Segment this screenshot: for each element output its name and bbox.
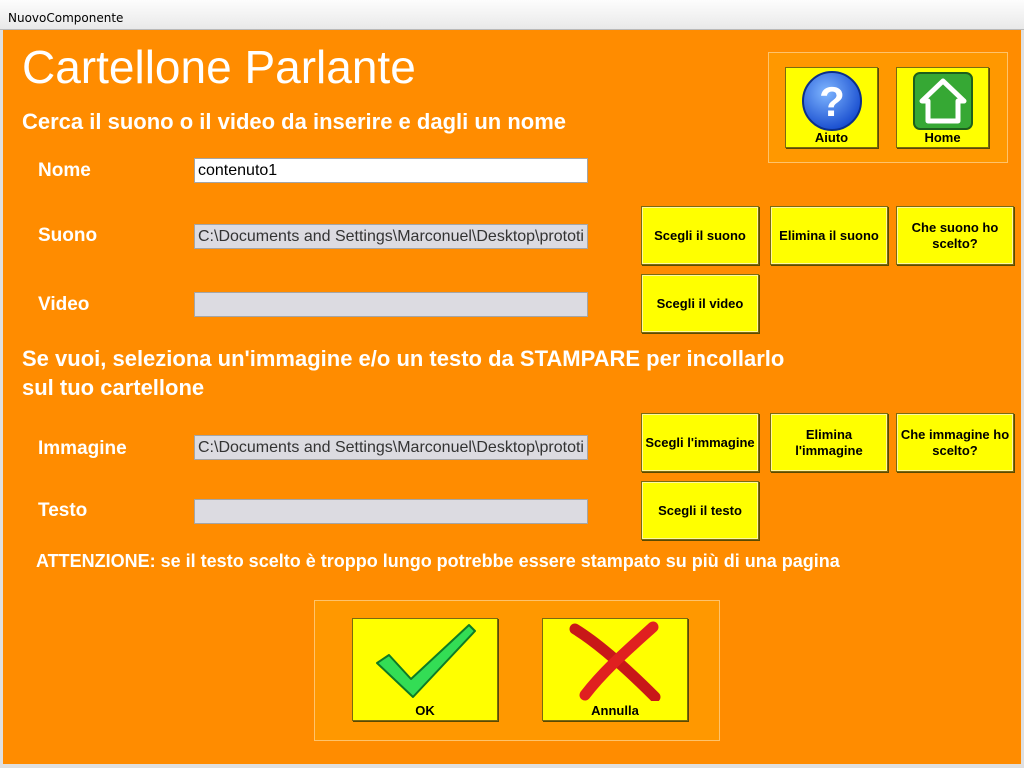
warning-text: ATTENZIONE: se il testo scelto è troppo … bbox=[36, 551, 840, 571]
nome-input[interactable] bbox=[194, 158, 588, 183]
window-title: NuovoComponente bbox=[8, 11, 124, 25]
cancel-label: Annulla bbox=[591, 703, 639, 718]
choose-sound-button[interactable]: Scegli il suono bbox=[641, 206, 759, 265]
cross-icon bbox=[569, 621, 661, 701]
ok-button[interactable]: OK bbox=[352, 618, 498, 721]
help-label: Aiuto bbox=[814, 130, 849, 145]
window-titlebar: NuovoComponente bbox=[0, 0, 1024, 30]
video-path-field[interactable] bbox=[194, 292, 588, 317]
delete-image-button[interactable]: Elimina l'immagine bbox=[770, 413, 888, 472]
svg-text:?: ? bbox=[819, 78, 845, 125]
checkmark-icon bbox=[376, 624, 476, 698]
page-title: Cartellone Parlante bbox=[22, 41, 416, 93]
suono-path-field[interactable] bbox=[194, 224, 588, 249]
cancel-button[interactable]: Annulla bbox=[542, 618, 688, 721]
immagine-label: Immagine bbox=[38, 438, 127, 459]
testo-label: Testo bbox=[38, 500, 88, 521]
immagine-path-field[interactable] bbox=[194, 435, 588, 460]
choose-image-button[interactable]: Scegli l'immagine bbox=[641, 413, 759, 472]
delete-sound-button[interactable]: Elimina il suono bbox=[770, 206, 888, 265]
home-icon bbox=[913, 72, 973, 130]
section2-line2: sul tuo cartellone bbox=[22, 375, 205, 400]
help-button[interactable]: ? Aiuto bbox=[785, 67, 878, 148]
choose-video-button[interactable]: Scegli il video bbox=[641, 274, 759, 333]
page-subtitle: Cerca il suono o il video da inserire e … bbox=[22, 109, 567, 134]
home-button[interactable]: Home bbox=[896, 67, 989, 148]
suono-label: Suono bbox=[38, 225, 98, 246]
which-sound-button[interactable]: Che suono ho scelto? bbox=[896, 206, 1014, 265]
testo-path-field[interactable] bbox=[194, 499, 588, 524]
ok-label: OK bbox=[415, 703, 435, 718]
video-label: Video bbox=[38, 294, 90, 315]
nome-label: Nome bbox=[38, 160, 91, 181]
section2-line1: Se vuoi, seleziona un'immagine e/o un te… bbox=[22, 346, 785, 371]
help-icon: ? bbox=[802, 71, 862, 131]
which-image-button[interactable]: Che immagine ho scelto? bbox=[896, 413, 1014, 472]
choose-text-button[interactable]: Scegli il testo bbox=[641, 481, 759, 540]
home-label: Home bbox=[924, 130, 961, 145]
